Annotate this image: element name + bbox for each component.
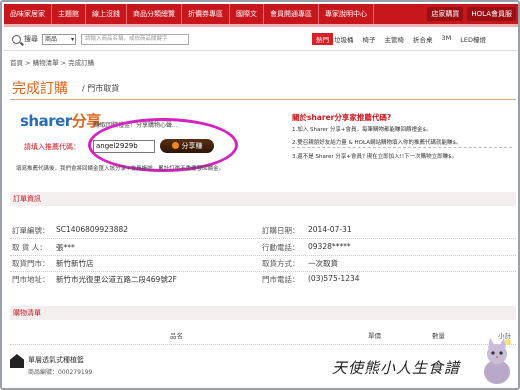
- address-label: 門市地址：: [12, 275, 50, 284]
- store-label: 取貨門市：: [12, 259, 50, 268]
- browser-frame: 品味家居家 主題館 線上沒錢 商品分類總覽 折價券專區 國際文 會員開通專區 專…: [0, 0, 520, 390]
- address-value: 新竹市光復里公道五路二段469號2F: [56, 275, 177, 284]
- promo-line[interactable]: 3.還不是 Sharer 分享+會員? 現在立即加入!!下一次購物立即賺$。: [292, 152, 457, 160]
- col-name: 品名: [170, 332, 183, 340]
- order-section-header: 訂單資訊: [10, 192, 516, 206]
- hot-word-link[interactable]: 垃圾桶: [334, 34, 354, 44]
- receiver-label: 取 貨 人：: [12, 243, 47, 252]
- order-date-value: 2014-07-31: [308, 225, 352, 234]
- top-navigation: 品味家居家 主題館 線上沒錢 商品分類總覽 折價券專區 國際文 會員開通專區 專…: [4, 4, 518, 24]
- hot-tag: 熱門: [312, 33, 333, 45]
- method-value: 一次取貨: [308, 259, 338, 268]
- product-name[interactable]: 單層透氣式種植籃: [28, 355, 84, 365]
- col-price: 單價: [368, 332, 381, 340]
- page-subtitle: / 門市取貨: [82, 84, 120, 93]
- row-divider: [10, 271, 516, 272]
- search-bar: 搜尋 商品 請輸入商品名稱，或依商品關鍵字 熱門 垃圾桶 椅子 主管椅 折合桌 …: [4, 30, 518, 48]
- store-tel-value: (03)575-1234: [308, 274, 360, 283]
- hot-word-link[interactable]: 主管椅: [385, 34, 405, 44]
- nav-item-members[interactable]: 會員開通專區: [264, 4, 319, 24]
- nav-underline: [4, 24, 518, 27]
- title-divider: [10, 99, 516, 100]
- nav-item-categories[interactable]: 商品分類總覽: [127, 4, 182, 24]
- referral-code-label: 請填入推薦代碼：: [24, 143, 80, 151]
- promo-line: 1.加入 Sharer 分享+會員，每筆購物都能賺回饋禮金$。: [292, 127, 432, 133]
- method-label: 取貨方式：: [262, 259, 300, 268]
- nav-item-online[interactable]: 線上沒錢: [86, 4, 127, 24]
- hot-word-link[interactable]: 折合桌: [413, 34, 433, 44]
- promo-title: 關於sharer分享家推薦代碼?: [292, 113, 392, 122]
- member-service-link[interactable]: HOLA會員服: [467, 7, 516, 21]
- sharer-logo-en: sharer: [20, 112, 72, 130]
- nav-item-help[interactable]: 專家說明中心: [319, 4, 374, 24]
- store-purchase-link[interactable]: 店家購買: [427, 7, 464, 21]
- page-title: 完成訂購: [12, 81, 68, 97]
- promo-line[interactable]: 2.雙召親朋好友給力量 & HOLA網站購物填入你的推薦代碼就能賺$。: [292, 138, 461, 146]
- cart-table-header: 品名 單價 數量 小計: [10, 327, 516, 341]
- receiver-value: 張***: [56, 243, 75, 252]
- breadcrumb[interactable]: 首頁 > 購物清單 > 完成訂購: [10, 57, 94, 67]
- store-value: 新竹新竹店: [56, 259, 94, 268]
- nav-right-links: 店家購買 HOLA會員服: [427, 4, 516, 24]
- nav-item-theme[interactable]: 主題館: [52, 4, 86, 24]
- nav-item-international[interactable]: 國際文: [230, 4, 264, 24]
- product-number: 商品編號：000279199: [28, 369, 93, 376]
- col-qty: 數量: [432, 332, 445, 340]
- divider: [4, 50, 518, 51]
- promo-divider: [292, 147, 512, 148]
- cat-watermark-icon: [484, 338, 511, 384]
- hot-word-link[interactable]: 3M: [442, 34, 452, 44]
- row-divider: [10, 255, 516, 256]
- order-no-value: SC1406809923882: [56, 225, 129, 234]
- hot-words: 垃圾桶 椅子 主管椅 折合桌 3M LED檯燈: [334, 34, 486, 44]
- phone-label: 行動電話：: [262, 243, 300, 252]
- search-icon: [12, 34, 21, 44]
- nav-item-coupons[interactable]: 折價券專區: [182, 4, 230, 24]
- nav-item-home[interactable]: 品味家居家: [4, 4, 52, 24]
- store-tel-label: 門市電話：: [262, 275, 300, 284]
- referral-note: 填寫推薦代碼後，我們會將回饋金匯入該分享+會員帳號，累計訂單不重覆發回饋金。: [16, 166, 225, 172]
- row-divider: [10, 238, 516, 239]
- order-no-label: 訂單編號：: [12, 226, 50, 235]
- order-date-label: 訂購日期：: [262, 226, 300, 235]
- sharer-logo: sharer分享: [20, 110, 101, 131]
- gift-icon: [10, 354, 24, 368]
- cart-section-header: 購物清單: [10, 306, 516, 320]
- category-select[interactable]: 商品: [42, 33, 76, 45]
- phone-value: 09328*****: [308, 242, 351, 251]
- hot-word-link[interactable]: LED檯燈: [460, 34, 486, 44]
- search-label: 搜尋: [24, 35, 38, 43]
- search-input[interactable]: 請輸入商品名稱，或依商品關鍵字: [81, 33, 189, 45]
- row-divider: [10, 344, 516, 345]
- blog-watermark: 天使熊小人生食譜: [332, 359, 461, 377]
- hot-word-link[interactable]: 椅子: [363, 34, 376, 44]
